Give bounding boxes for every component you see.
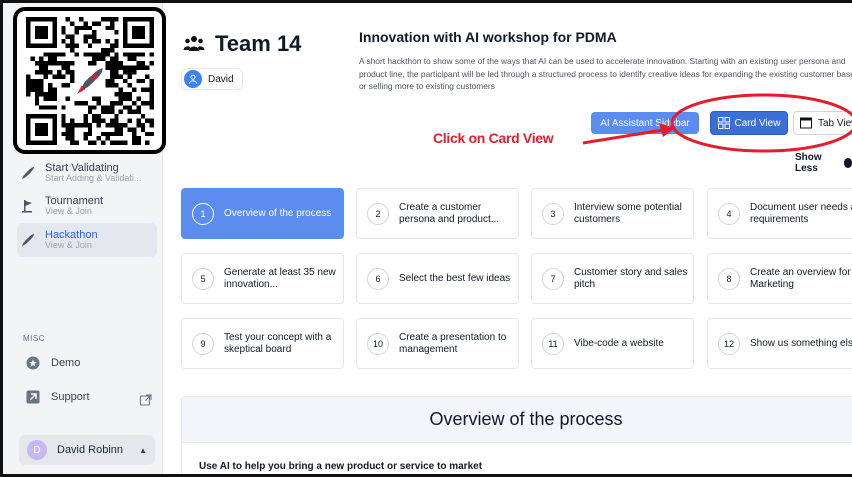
step-card[interactable]: 6 Select the best few ideas [356,253,519,304]
step-number: 5 [192,267,214,290]
card-view-button[interactable]: Card View [710,111,788,135]
step-label: Create a customer persona and product... [399,201,500,225]
step-label: Show us something else! [750,337,852,349]
overview-section: Overview of the process Use AI to help y… [181,396,852,474]
step-number: 11 [542,332,564,355]
sidebar-item-label: Demo [51,357,81,369]
card-view-label: Card View [734,117,781,129]
rocket-icon [76,67,103,94]
rocket-icon [19,231,37,249]
caret-up-icon: ▲ [139,445,147,455]
step-number: 8 [718,267,740,290]
step-number: 4 [718,202,740,225]
tab-view-button[interactable]: Tab View [793,111,852,135]
step-label: Document user needs and requirements [750,201,852,225]
step-label: Create a presentation to management [399,331,507,355]
step-card[interactable]: 7 Customer story and sales pitch [531,253,694,304]
section-title: Overview of the process [182,397,852,443]
sidebar-item-start-validating[interactable]: Start Validating Start Adding & Validati… [19,156,155,190]
rocket-icon [19,164,37,182]
step-label: Interview some potential customers [574,201,682,225]
step-number: 3 [542,202,564,225]
user-chip[interactable]: David [181,68,243,90]
user-chip-name: David [208,73,234,85]
annotation-label: Click on Card View [433,130,554,146]
app-window: Start Validating Start Adding & Validati… [0,0,852,477]
step-number: 6 [367,267,389,290]
step-card[interactable]: 9 Test your concept with a skeptical boa… [181,318,344,369]
section-subtitle: Use AI to help you bring a new product o… [199,461,483,472]
step-number: 10 [367,332,389,355]
step-card[interactable]: 10 Create a presentation to management [356,318,519,369]
sidebar-item-tournament[interactable]: Tournament View & Join [19,189,155,223]
step-label: Overview of the process [224,207,332,219]
step-card[interactable]: 4 Document user needs and requirements [707,188,852,239]
step-number: 1 [192,202,214,225]
misc-section-label: MISC [23,334,45,343]
user-icon [184,70,202,88]
step-label: Create an overview for Marketing [750,266,851,290]
user-name: David Robinn [57,444,124,456]
tab-view-label: Tab View [818,117,852,129]
qr-code-graphic [25,16,154,145]
step-card[interactable]: 3 Interview some potential customers [531,188,694,239]
sidebar-item-sublabel: Start Adding & Validati... [45,173,142,184]
sidebar-item-support[interactable]: Support [25,387,90,407]
avatar: D [27,440,47,460]
step-card[interactable]: 5 Generate at least 35 new innovation... [181,253,344,304]
team-title: Team 14 [183,31,301,57]
sidebar-item-sublabel: View & Join [45,240,92,251]
step-card[interactable]: 2 Create a customer persona and product.… [356,188,519,239]
step-card[interactable]: 1 Overview of the process [181,188,344,239]
arrow-box-icon [25,389,41,405]
step-label: Vibe-code a website [574,337,664,349]
sidebar-item-hackathon[interactable]: Hackathon View & Join [17,223,157,257]
flag-icon [19,197,37,215]
team-name: Team 14 [215,31,302,56]
step-card[interactable]: 8 Create an overview for Marketing [707,253,852,304]
step-number: 12 [718,332,740,355]
sidebar-item-sublabel: View & Join [45,206,92,217]
grid-icon [717,117,730,129]
qr-code [13,7,166,154]
step-card[interactable]: 12 Show us something else! [707,318,852,369]
user-menu[interactable]: D David Robinn ▲ [19,435,155,465]
ai-assistant-sidebar-button[interactable]: AI Assistant Sidebar [591,112,699,134]
star-icon [25,355,41,371]
external-link-icon[interactable] [139,393,153,407]
step-label: Select the best few ideas [399,272,511,284]
step-card[interactable]: 11 Vibe-code a website [531,318,694,369]
step-label: Generate at least 35 new innovation... [224,266,336,290]
team-icon [183,33,205,55]
step-label: Test your concept with a skeptical board [224,331,332,355]
sidebar-item-label: Support [51,391,90,403]
show-less-toggle[interactable]: Show Less [795,152,852,174]
step-number: 2 [367,202,389,225]
toggle-dot-icon [843,158,852,168]
show-less-label: Show Less [795,152,822,174]
window-icon [800,117,812,129]
sidebar-item-demo[interactable]: Demo [25,353,80,373]
step-number: 7 [542,267,564,290]
step-number: 9 [192,332,214,355]
workshop-title: Innovation with AI workshop for PDMA [359,29,617,45]
step-label: Customer story and sales pitch [574,266,688,290]
workshop-description: A short hackthon to show some of the way… [359,56,852,91]
